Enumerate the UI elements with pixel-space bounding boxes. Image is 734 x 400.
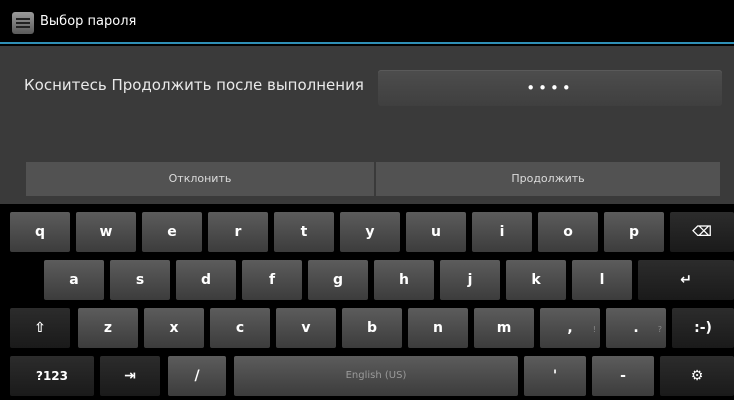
enter-icon: ↵ — [680, 272, 692, 288]
key-p[interactable]: p — [604, 212, 664, 252]
keyboard-settings-key[interactable]: ⚙ — [660, 356, 734, 396]
tab-key[interactable]: ⇥ — [100, 356, 160, 396]
key-q[interactable]: q — [10, 212, 70, 252]
period-hint: ? — [657, 325, 662, 334]
key-k[interactable]: k — [506, 260, 566, 300]
key-t[interactable]: t — [274, 212, 334, 252]
key-v[interactable]: v — [276, 308, 336, 348]
key-w[interactable]: w — [76, 212, 136, 252]
enter-key[interactable]: ↵ — [638, 260, 734, 300]
symbols-key[interactable]: ?123 — [10, 356, 94, 396]
tab-icon: ⇥ — [124, 368, 136, 384]
backspace-key[interactable]: ⌫ — [670, 212, 734, 252]
title-bar: Выбор пароля — [0, 0, 734, 44]
key-b[interactable]: b — [342, 308, 402, 348]
period-label: . — [633, 320, 639, 336]
continue-button[interactable]: Продолжить — [376, 162, 720, 196]
key-a[interactable]: a — [44, 260, 104, 300]
key-e[interactable]: e — [142, 212, 202, 252]
key-j[interactable]: j — [440, 260, 500, 300]
shift-key[interactable]: ⇧ — [10, 308, 70, 348]
key-n[interactable]: n — [408, 308, 468, 348]
key-c[interactable]: c — [210, 308, 270, 348]
key-h[interactable]: h — [374, 260, 434, 300]
key-z[interactable]: z — [78, 308, 138, 348]
key-i[interactable]: i — [472, 212, 532, 252]
comma-label: , — [567, 320, 573, 336]
password-dots: •••• — [526, 79, 574, 97]
reject-button[interactable]: Отклонить — [26, 162, 374, 196]
key-d[interactable]: d — [176, 260, 236, 300]
key-u[interactable]: u — [406, 212, 466, 252]
instruction-text: Коснитесь Продолжить после выполнения — [24, 76, 364, 94]
key-y[interactable]: y — [340, 212, 400, 252]
key-r[interactable]: r — [208, 212, 268, 252]
comma-key[interactable]: , ! — [540, 308, 600, 348]
slash-key[interactable]: / — [168, 356, 226, 396]
key-l[interactable]: l — [572, 260, 632, 300]
key-m[interactable]: m — [474, 308, 534, 348]
shift-icon: ⇧ — [34, 320, 46, 336]
space-key[interactable]: English (US) — [234, 356, 518, 396]
password-panel: Коснитесь Продолжить после выполнения ••… — [0, 46, 734, 204]
dash-key[interactable]: - — [592, 356, 654, 396]
period-key[interactable]: . ? — [606, 308, 666, 348]
key-s[interactable]: s — [110, 260, 170, 300]
comma-hint: ! — [592, 325, 596, 334]
smiley-key[interactable]: :-) — [672, 308, 734, 348]
backspace-icon: ⌫ — [692, 224, 712, 240]
key-x[interactable]: x — [144, 308, 204, 348]
key-g[interactable]: g — [308, 260, 368, 300]
key-o[interactable]: o — [538, 212, 598, 252]
on-screen-keyboard: q w e r t y u i o p ⌫ a s d f g h j k l … — [0, 204, 734, 400]
settings-app-icon — [12, 12, 34, 34]
settings-icon: ⚙ — [690, 368, 704, 384]
window-title: Выбор пароля — [40, 14, 137, 29]
key-f[interactable]: f — [242, 260, 302, 300]
apostrophe-key[interactable]: ' — [524, 356, 586, 396]
password-field[interactable]: •••• — [378, 70, 722, 106]
